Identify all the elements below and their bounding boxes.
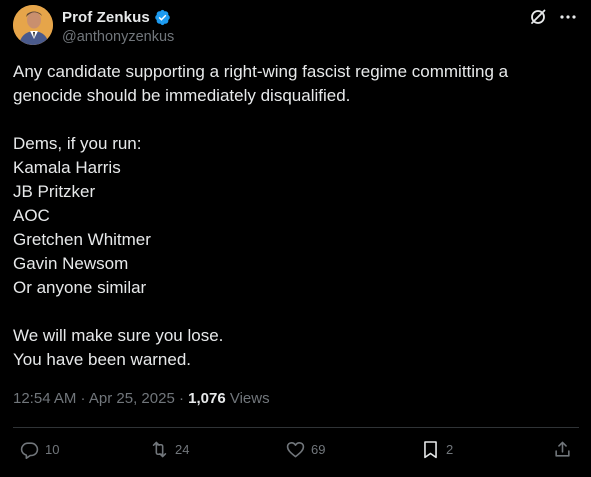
retweet-icon <box>152 441 167 458</box>
verified-badge-icon[interactable] <box>154 9 171 26</box>
tweet-action-bar: 10 24 69 2 <box>0 440 591 464</box>
retweet-button[interactable]: 24 <box>150 440 189 459</box>
handle[interactable]: @anthonyzenkus <box>62 29 174 45</box>
tweet-paragraph: Any candidate supporting a right-wing fa… <box>13 62 509 105</box>
reply-icon <box>20 442 39 459</box>
like-count: 69 <box>311 442 326 457</box>
tweet-top-actions <box>529 8 577 26</box>
tweet-paragraph: Dems, if you run: Kamala Harris JB Pritz… <box>13 134 151 297</box>
views-count: 1,076 <box>188 390 226 407</box>
meta-separator: · <box>76 390 89 407</box>
bookmark-count: 2 <box>446 442 454 457</box>
heart-icon <box>286 441 305 458</box>
tweet-meta: 12:54 AM · Apr 25, 2025 · 1,076 Views <box>13 390 270 407</box>
like-button[interactable]: 69 <box>286 440 325 459</box>
author-info: Prof Zenkus @anthonyzenkus <box>62 7 174 46</box>
display-name[interactable]: Prof Zenkus <box>62 9 150 26</box>
clipped-previous-text <box>0 0 591 4</box>
reply-count: 10 <box>45 442 60 457</box>
tweet-time[interactable]: 12:54 AM <box>13 390 76 407</box>
meta-separator: · <box>174 390 189 407</box>
tweet: Prof Zenkus @anthonyzenkus Any candidate… <box>0 0 591 477</box>
grok-icon[interactable] <box>529 8 547 26</box>
bookmark-button[interactable]: 2 <box>421 440 453 459</box>
tweet-spacer <box>13 108 573 132</box>
views-label: Views <box>225 390 270 407</box>
tweet-spacer <box>13 300 573 324</box>
reply-button[interactable]: 10 <box>20 440 59 459</box>
tweet-text: Any candidate supporting a right-wing fa… <box>13 60 573 372</box>
avatar-image <box>13 5 53 45</box>
tweet-date[interactable]: Apr 25, 2025 <box>89 390 175 407</box>
retweet-count: 24 <box>175 442 190 457</box>
bookmark-icon <box>424 441 437 459</box>
more-icon[interactable] <box>559 8 577 26</box>
share-button[interactable] <box>553 440 572 459</box>
avatar[interactable] <box>13 5 53 45</box>
share-icon <box>555 441 570 457</box>
divider <box>13 427 579 428</box>
tweet-paragraph: We will make sure you lose. You have bee… <box>13 326 224 369</box>
